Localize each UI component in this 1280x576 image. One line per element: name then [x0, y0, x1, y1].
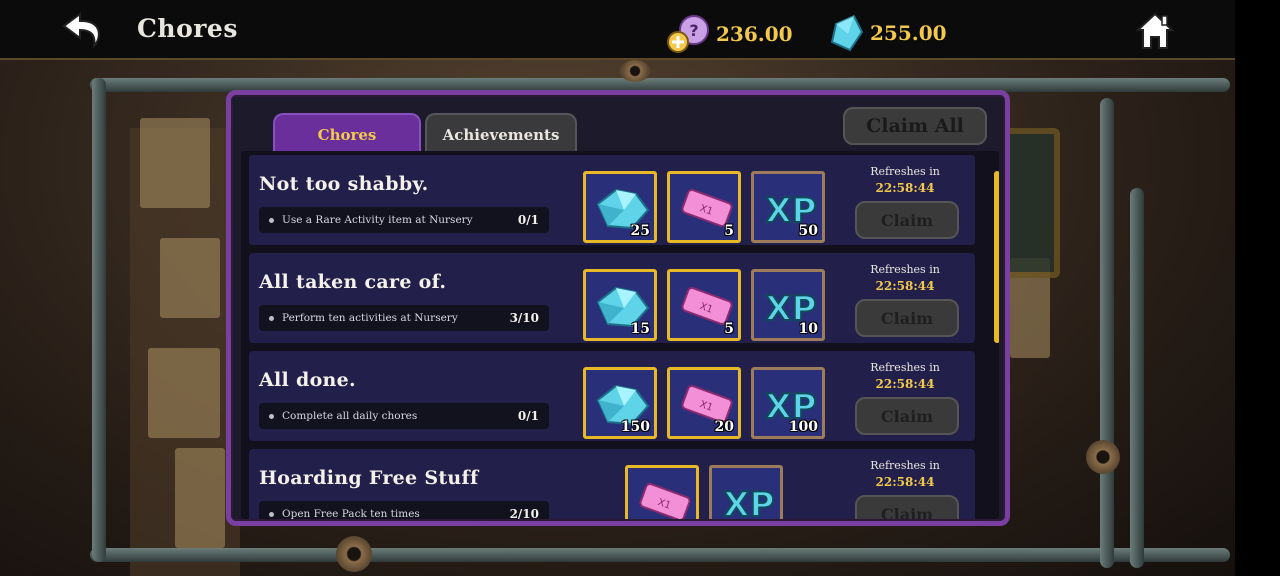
coin-amount: 236.00 — [716, 22, 793, 46]
chore-progress: 0/1 — [517, 213, 539, 227]
reward-amount: 150 — [620, 419, 650, 435]
chore-row: All done. Complete all daily chores 0/1 150… — [249, 351, 975, 441]
gem-currency: 255.00 — [828, 14, 947, 52]
refresh-timer: 22:58:44 — [875, 475, 935, 489]
chore-task: Perform ten activities at Nursery 3/10 — [259, 305, 549, 331]
chore-task: Open Free Pack ten times 2/10 — [259, 501, 549, 519]
claim-all-button[interactable]: Claim All — [843, 107, 987, 145]
chore-title: All taken care of. — [259, 271, 447, 293]
home-icon — [1135, 12, 1175, 49]
refresh-timer: 22:58:44 — [875, 279, 935, 293]
chore-title: All done. — [259, 369, 356, 391]
paper-note — [140, 118, 210, 208]
pipe — [1130, 188, 1144, 568]
reward-amount: 10 — [798, 321, 818, 337]
reward-gem[interactable]: 150 — [583, 367, 657, 439]
reward-amount: 15 — [630, 321, 650, 337]
bullet-icon — [269, 315, 274, 321]
svg-text:?: ? — [689, 21, 698, 40]
bullet-icon — [269, 217, 274, 223]
chore-task: Use a Rare Activity item at Nursery 0/1 — [259, 207, 549, 233]
refresh-label: Refreshes in — [870, 459, 940, 472]
chore-title: Not too shabby. — [259, 173, 429, 195]
claim-button[interactable]: Claim — [855, 495, 959, 519]
reward-amount: 25 — [630, 223, 650, 239]
reward-amount: 5 — [724, 223, 734, 239]
claim-button[interactable]: Claim — [855, 299, 959, 337]
reward-ticket[interactable]: X1 5 — [667, 171, 741, 243]
gem-amount: 255.00 — [870, 21, 947, 45]
chore-progress: 0/1 — [517, 409, 539, 423]
pipe — [92, 78, 106, 562]
gear-icon — [1086, 440, 1120, 474]
chore-row: Not too shabby. Use a Rare Activity item … — [249, 155, 975, 245]
reward-amount: 50 — [798, 223, 818, 239]
paper-note — [160, 238, 220, 318]
bullet-icon — [269, 511, 274, 517]
pipe — [90, 548, 1230, 562]
chore-task-text: Complete all daily chores — [282, 410, 418, 422]
refresh-timer: 22:58:44 — [875, 377, 935, 391]
reward-gem[interactable]: 15 — [583, 269, 657, 341]
top-bar: Chores ? 236.00 255.00 — [0, 0, 1235, 60]
reward-ticket[interactable]: X1 — [625, 465, 699, 519]
tab-chores[interactable]: Chores — [273, 113, 421, 155]
reward-xp[interactable]: XP — [709, 465, 783, 519]
page-title: Chores — [137, 14, 238, 43]
reward-amount: 20 — [714, 419, 734, 435]
pipe — [1100, 98, 1114, 568]
reward-amount: 100 — [788, 419, 818, 435]
refresh-timer: 22:58:44 — [875, 181, 935, 195]
svg-text:XP: XP — [723, 485, 774, 519]
reward-xp[interactable]: XP 50 — [751, 171, 825, 243]
reward-gem[interactable]: 25 — [583, 171, 657, 243]
home-button[interactable] — [1134, 10, 1176, 52]
scrollbar[interactable] — [994, 171, 999, 343]
chores-panel: Chores Achievements Claim All Not too sh… — [226, 90, 1010, 526]
chore-task: Complete all daily chores 0/1 — [259, 403, 549, 429]
coin-icon[interactable]: ? — [666, 14, 710, 54]
paper-note — [148, 348, 220, 438]
gem-icon — [830, 14, 864, 52]
gear-icon — [620, 60, 650, 82]
reward-amount: 5 — [724, 321, 734, 337]
chores-list[interactable]: Not too shabby. Use a Rare Activity item … — [241, 151, 999, 519]
reward-ticket[interactable]: X1 20 — [667, 367, 741, 439]
side-bar — [1235, 0, 1280, 576]
coin-currency: ? 236.00 — [666, 14, 793, 54]
tab-achievements[interactable]: Achievements — [425, 113, 577, 155]
chore-task-text: Open Free Pack ten times — [282, 508, 420, 519]
claim-button[interactable]: Claim — [855, 397, 959, 435]
chore-progress: 2/10 — [509, 507, 539, 519]
chore-task-text: Perform ten activities at Nursery — [282, 312, 458, 324]
gear-icon — [336, 536, 372, 572]
reward-xp[interactable]: XP 10 — [751, 269, 825, 341]
chore-progress: 3/10 — [509, 311, 539, 325]
claim-button[interactable]: Claim — [855, 201, 959, 239]
refresh-label: Refreshes in — [870, 361, 940, 374]
reward-xp[interactable]: XP 100 — [751, 367, 825, 439]
paper-note — [175, 448, 225, 548]
back-arrow-icon — [62, 12, 100, 49]
refresh-label: Refreshes in — [870, 165, 940, 178]
chore-title: Hoarding Free Stuff — [259, 467, 479, 489]
reward-ticket[interactable]: X1 5 — [667, 269, 741, 341]
bullet-icon — [269, 413, 274, 419]
chore-task-text: Use a Rare Activity item at Nursery — [282, 214, 473, 226]
chore-row: Hoarding Free Stuff Open Free Pack ten ti… — [249, 449, 975, 519]
refresh-label: Refreshes in — [870, 263, 940, 276]
back-button[interactable] — [58, 10, 108, 52]
chore-row: All taken care of. Perform ten activities… — [249, 253, 975, 343]
